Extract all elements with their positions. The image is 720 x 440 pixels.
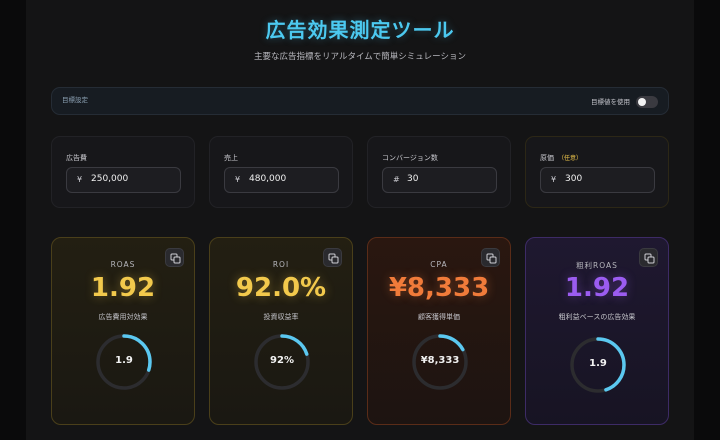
page-title: 広告効果測定ツール bbox=[265, 18, 455, 42]
metric-label: CPA bbox=[430, 260, 448, 269]
target-settings-label: 目標設定 bbox=[62, 96, 88, 104]
metric-gauge: 1.9 bbox=[94, 332, 154, 392]
ad-spend-label: 広告費 bbox=[66, 154, 87, 162]
gauge-text: 1.9 bbox=[589, 358, 607, 369]
sales-input[interactable]: ¥ 480,000 bbox=[224, 167, 339, 193]
cost-input[interactable]: ¥ 300 bbox=[540, 167, 655, 193]
metric-description: 粗利益ベースの広告効果 bbox=[558, 313, 636, 321]
cost-value: 300 bbox=[565, 174, 583, 184]
metric-description: 顧客獲得単価 bbox=[418, 313, 460, 321]
hash-unit: # bbox=[393, 175, 400, 184]
metric-gauge: 92% bbox=[252, 332, 312, 392]
ad-spend-value: 250,000 bbox=[91, 174, 129, 184]
yen-unit: ¥ bbox=[77, 175, 83, 184]
conversions-label: コンバージョン数 bbox=[382, 154, 438, 162]
metric-label: 粗利ROAS bbox=[576, 261, 618, 270]
conversions-input[interactable]: # 30 bbox=[382, 167, 497, 193]
sales-card: 売上 ¥ 480,000 bbox=[209, 136, 353, 208]
metric-label: ROAS bbox=[110, 260, 136, 269]
ad-spend-card: 広告費 ¥ 250,000 bbox=[51, 136, 195, 208]
conversions-value: 30 bbox=[407, 174, 419, 184]
metric-gauge: 1.9 bbox=[568, 335, 628, 395]
gross-roas-card: 粗利ROAS 1.92 粗利益ベースの広告効果 1.9 bbox=[525, 237, 669, 425]
metric-gauge: ¥8,333 bbox=[410, 332, 470, 392]
use-target-toggle[interactable] bbox=[636, 96, 658, 108]
metric-description: 広告費用対効果 bbox=[98, 313, 148, 321]
conversions-card: コンバージョン数 # 30 bbox=[367, 136, 511, 208]
cost-label: 原価 （任意） bbox=[540, 154, 583, 162]
metric-label: ROI bbox=[272, 260, 290, 269]
roi-card: ROI 92.0% 投資収益率 92% bbox=[209, 237, 353, 425]
metric-value: 1.92 bbox=[90, 273, 156, 303]
target-settings-bar: 目標設定 目標値を使用 bbox=[51, 87, 669, 115]
page-subtitle: 主要な広告指標をリアルタイムで簡単シミュレーション bbox=[254, 52, 466, 62]
gauge-text: ¥8,333 bbox=[420, 355, 460, 366]
yen-unit: ¥ bbox=[235, 175, 241, 184]
gauge-text: 92% bbox=[270, 355, 294, 366]
ad-spend-input[interactable]: ¥ 250,000 bbox=[66, 167, 181, 193]
sales-value: 480,000 bbox=[249, 174, 287, 184]
metric-value: 1.92 bbox=[564, 273, 630, 303]
gauge-text: 1.9 bbox=[115, 355, 133, 366]
metric-description: 投資収益率 bbox=[263, 313, 299, 321]
use-target-toggle-label: 目標値を使用 bbox=[591, 98, 630, 106]
roas-card: ROAS 1.92 広告費用対効果 1.9 bbox=[51, 237, 195, 425]
metric-value: ¥8,333 bbox=[388, 273, 490, 303]
sales-label: 売上 bbox=[224, 154, 238, 162]
cost-card: 原価 （任意） ¥ 300 bbox=[525, 136, 669, 208]
yen-unit: ¥ bbox=[551, 175, 557, 184]
metric-value: 92.0% bbox=[235, 273, 327, 303]
toggle-knob bbox=[638, 98, 646, 106]
optional-tag: （任意） bbox=[558, 155, 583, 162]
cpa-card: CPA ¥8,333 顧客獲得単価 ¥8,333 bbox=[367, 237, 511, 425]
